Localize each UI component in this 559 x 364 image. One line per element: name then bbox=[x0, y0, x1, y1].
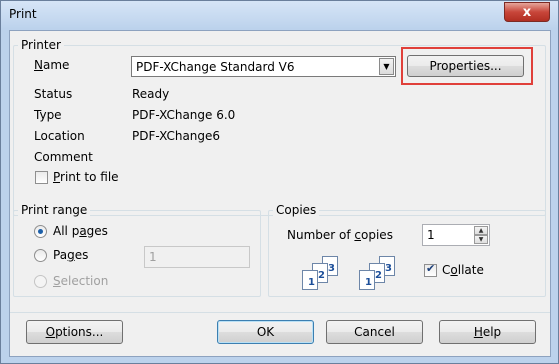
comment-label: Comment bbox=[34, 150, 93, 164]
window-title: Print bbox=[9, 7, 37, 21]
selection-radio[interactable] bbox=[34, 275, 47, 288]
status-label: Status bbox=[34, 87, 73, 101]
selection-label[interactable]: Selection bbox=[53, 274, 108, 288]
dialog-body: Printer Name PDF-XChange Standard V6 ▼ P… bbox=[9, 30, 551, 357]
close-icon: x bbox=[522, 4, 532, 20]
options-button[interactable]: Options... bbox=[26, 320, 123, 344]
type-label: Type bbox=[34, 108, 62, 122]
copies-group: Copies Number of copies 1 ▲ ▼ 3 2 1 3 2 … bbox=[268, 203, 546, 297]
ok-button[interactable]: OK bbox=[217, 320, 314, 344]
collate-label[interactable]: Collate bbox=[442, 263, 484, 277]
spin-down-icon[interactable]: ▼ bbox=[474, 235, 488, 244]
ok-button-label: OK bbox=[256, 325, 275, 339]
collate-pages-icon: 3 2 1 bbox=[359, 254, 409, 292]
cancel-button[interactable]: Cancel bbox=[326, 320, 423, 344]
printer-group-title: Printer bbox=[18, 38, 64, 52]
print-to-file-label[interactable]: Print to file bbox=[53, 170, 119, 184]
help-button[interactable]: Help bbox=[439, 320, 536, 344]
pages-input[interactable]: 1 bbox=[144, 246, 250, 268]
page-1-icon: 1 bbox=[302, 270, 318, 290]
copies-spinner[interactable]: 1 ▲ ▼ bbox=[422, 224, 490, 246]
collate-pages-icon: 3 2 1 bbox=[302, 254, 352, 292]
type-value: PDF-XChange 6.0 bbox=[132, 108, 236, 122]
pages-label[interactable]: Pages bbox=[53, 248, 88, 262]
print-dialog: Print x Printer Name PDF-XChange Standar… bbox=[0, 0, 559, 364]
pages-input-value: 1 bbox=[149, 250, 157, 264]
properties-highlight-box bbox=[401, 47, 533, 85]
location-label: Location bbox=[34, 129, 85, 143]
printer-name-value: PDF-XChange Standard V6 bbox=[136, 60, 295, 74]
divider bbox=[10, 312, 550, 313]
help-button-label: Help bbox=[473, 325, 502, 339]
all-pages-radio[interactable] bbox=[34, 225, 47, 238]
copies-group-title: Copies bbox=[273, 203, 320, 217]
copies-value: 1 bbox=[427, 228, 435, 242]
cancel-button-label: Cancel bbox=[354, 325, 395, 339]
print-to-file-checkbox[interactable] bbox=[35, 171, 48, 184]
all-pages-label[interactable]: All pages bbox=[53, 224, 108, 238]
close-button[interactable]: x bbox=[504, 2, 550, 22]
title-bar[interactable]: Print x bbox=[1, 1, 558, 29]
page-1-icon: 1 bbox=[359, 270, 375, 290]
print-range-group: Print range All pages Pages 1 Selection bbox=[13, 203, 261, 297]
print-range-group-title: Print range bbox=[18, 203, 91, 217]
printer-name-label: Name bbox=[34, 58, 70, 72]
pages-radio[interactable] bbox=[34, 249, 47, 262]
location-value: PDF-XChange6 bbox=[132, 129, 221, 143]
chevron-down-icon[interactable]: ▼ bbox=[379, 58, 394, 75]
collate-checkbox[interactable] bbox=[424, 262, 437, 277]
status-value: Ready bbox=[132, 87, 170, 101]
printer-name-select[interactable]: PDF-XChange Standard V6 ▼ bbox=[131, 56, 396, 77]
spin-up-icon[interactable]: ▲ bbox=[474, 226, 488, 235]
options-button-label: Options... bbox=[45, 325, 104, 339]
number-of-copies-label: Number of copies bbox=[287, 228, 393, 242]
